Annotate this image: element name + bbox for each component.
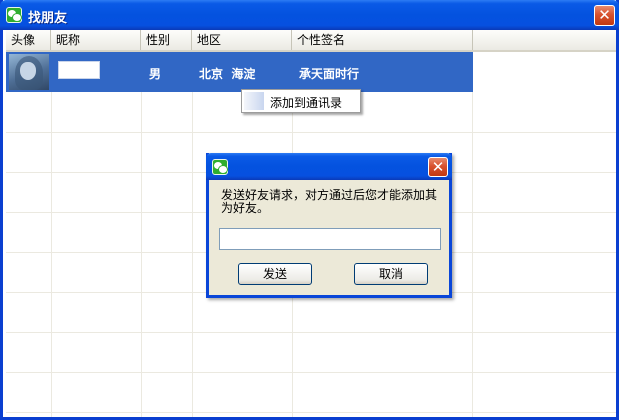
avatar[interactable]	[9, 54, 49, 90]
grid-line	[141, 52, 142, 417]
dialog-message: 发送好友请求，对方通过后您才能添加其为好友。	[221, 188, 438, 215]
window-close-button[interactable]: ✕	[594, 5, 615, 26]
nickname-cell	[58, 61, 100, 79]
grid-line	[6, 372, 616, 373]
menu-item-add-to-contacts[interactable]: 添加到通讯录	[270, 94, 342, 111]
gender-cell: 男	[149, 67, 162, 81]
column-header-region[interactable]: 地区	[192, 30, 292, 50]
avatar-face	[20, 62, 36, 80]
grid-line	[51, 52, 52, 417]
signature-cell: 承天面时行	[299, 67, 360, 81]
table-header: 头像 昵称 性别 地区 个性签名	[6, 30, 616, 52]
grid-line	[6, 412, 616, 413]
cancel-button[interactable]: 取消	[354, 263, 428, 285]
context-menu: 添加到通讯录	[241, 89, 361, 113]
column-header-avatar[interactable]: 头像	[6, 30, 51, 50]
grid-line	[6, 332, 616, 333]
dialog-close-button[interactable]: ✕	[428, 157, 448, 177]
wechat-icon	[212, 159, 228, 175]
request-message-input[interactable]	[219, 228, 441, 250]
grid-line	[6, 132, 616, 133]
grid-line	[472, 52, 473, 417]
table-row[interactable]: 男 北京 海淀 承天面时行	[6, 52, 473, 92]
grid-line	[192, 52, 193, 417]
column-header-gender[interactable]: 性别	[141, 30, 192, 50]
dialog-title-bar[interactable]: ✕	[206, 153, 452, 180]
friend-request-dialog: ✕ 发送好友请求，对方通过后您才能添加其为好友。 发送 取消	[206, 153, 452, 298]
window-title: 找朋友	[28, 11, 68, 26]
column-header-signature[interactable]: 个性签名	[292, 30, 473, 50]
menu-icon-strip	[244, 92, 264, 110]
send-button[interactable]: 发送	[238, 263, 312, 285]
wechat-icon	[6, 7, 22, 23]
region-cell: 北京 海淀	[199, 67, 256, 81]
column-header-nickname[interactable]: 昵称	[51, 30, 141, 50]
title-bar[interactable]: 找朋友 ✕	[0, 0, 619, 30]
